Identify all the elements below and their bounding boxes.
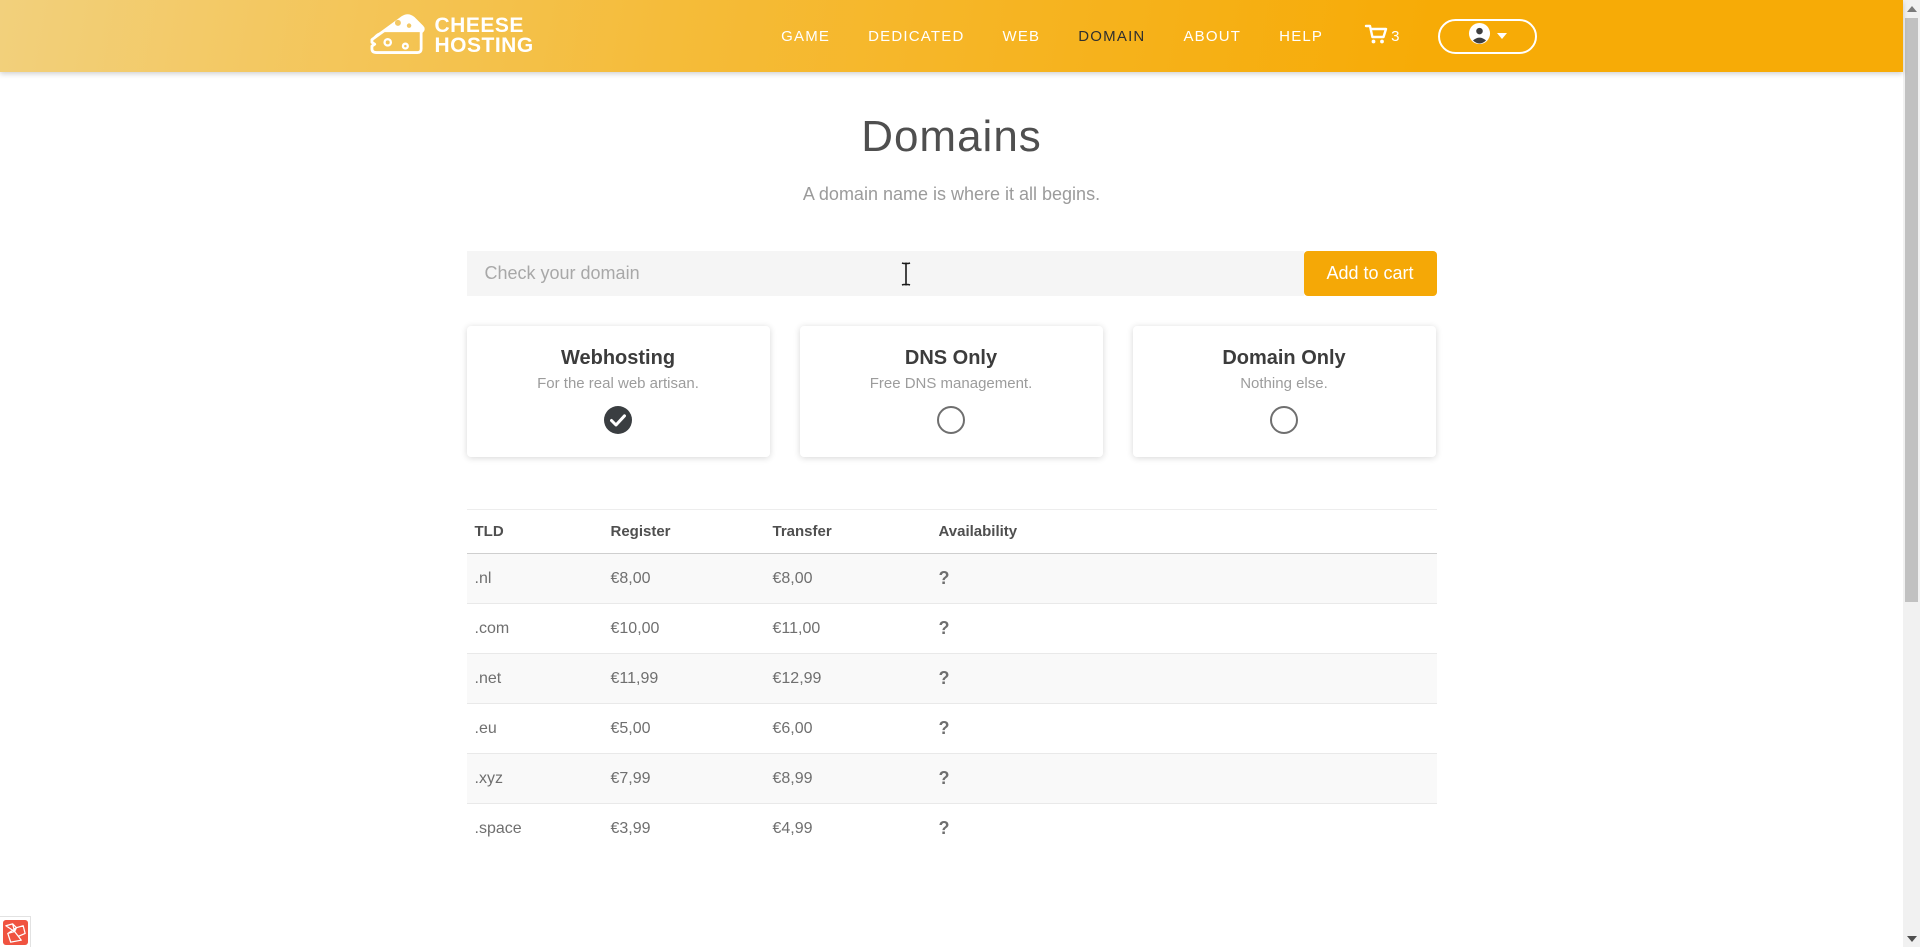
- brand-name: CHEESE HOSTING: [435, 16, 534, 56]
- tld-cell: .eu: [467, 704, 603, 754]
- register-cell: €5,00: [603, 704, 765, 754]
- table-row: .xyz €7,99 €8,99 ?: [467, 754, 1437, 804]
- plan-radio-unchecked[interactable]: [937, 406, 965, 434]
- header-inner: CHEESE HOSTING GAME DEDICATED WEB DOMAIN…: [367, 0, 1537, 72]
- domain-search-input[interactable]: [467, 251, 1304, 296]
- table-row: .eu €5,00 €6,00 ?: [467, 704, 1437, 754]
- table-row: .nl €8,00 €8,00 ?: [467, 554, 1437, 604]
- brand-line1: CHEESE: [435, 16, 534, 36]
- plan-title: Domain Only: [1133, 347, 1436, 370]
- nav-item-help[interactable]: HELP: [1260, 18, 1342, 55]
- scrollbar-thumb[interactable]: [1905, 18, 1918, 602]
- register-cell: €8,00: [603, 554, 765, 604]
- plan-title: DNS Only: [800, 347, 1103, 370]
- scrollbar-down-arrow[interactable]: [1903, 930, 1920, 947]
- table-row: .space €3,99 €4,99 ?: [467, 804, 1437, 854]
- plan-subtitle: Free DNS management.: [800, 375, 1103, 392]
- triangle-up-icon: [1907, 6, 1917, 12]
- table-header-row: TLD Register Transfer Availability: [467, 510, 1437, 554]
- availability-cell: ?: [931, 704, 1437, 754]
- domain-search-row: Add to cart: [467, 251, 1437, 296]
- column-header-tld: TLD: [467, 510, 603, 554]
- availability-cell: ?: [931, 554, 1437, 604]
- user-circle-icon: [1468, 22, 1491, 50]
- cheese-logo-icon: [367, 8, 427, 65]
- availability-cell: ?: [931, 604, 1437, 654]
- chevron-down-icon: [1497, 33, 1507, 39]
- availability-cell: ?: [931, 654, 1437, 704]
- transfer-cell: €4,99: [765, 804, 931, 854]
- browser-viewport: CHEESE HOSTING GAME DEDICATED WEB DOMAIN…: [0, 0, 1920, 947]
- nav-item-about[interactable]: ABOUT: [1164, 18, 1260, 55]
- plan-card-dns-only[interactable]: DNS Only Free DNS management.: [800, 326, 1103, 457]
- nav-item-web[interactable]: WEB: [983, 18, 1059, 55]
- transfer-cell: €11,00: [765, 604, 931, 654]
- register-cell: €3,99: [603, 804, 765, 854]
- vertical-scrollbar: [1903, 0, 1920, 947]
- table-row: .com €10,00 €11,00 ?: [467, 604, 1437, 654]
- status-favicon-badge: [0, 916, 31, 947]
- register-cell: €10,00: [603, 604, 765, 654]
- transfer-cell: €12,99: [765, 654, 931, 704]
- page-title: Domains: [467, 112, 1437, 162]
- nav-item-dedicated[interactable]: DEDICATED: [849, 18, 983, 55]
- plan-card-domain-only[interactable]: Domain Only Nothing else.: [1133, 326, 1436, 457]
- plan-selector: Webhosting For the real web artisan. DNS…: [467, 326, 1437, 457]
- brand-line2: HOSTING: [435, 36, 534, 56]
- column-header-availability: Availability: [931, 510, 1437, 554]
- tld-cell: .com: [467, 604, 603, 654]
- availability-cell: ?: [931, 804, 1437, 854]
- transfer-cell: €8,00: [765, 554, 931, 604]
- cart-icon: [1364, 22, 1388, 51]
- cart-button[interactable]: 3: [1342, 12, 1413, 61]
- brand-logo[interactable]: CHEESE HOSTING: [367, 8, 534, 65]
- cart-count-badge: 3: [1391, 28, 1399, 45]
- tld-cell: .net: [467, 654, 603, 704]
- nav-item-domain[interactable]: DOMAIN: [1059, 18, 1164, 55]
- plan-subtitle: For the real web artisan.: [467, 375, 770, 392]
- header: CHEESE HOSTING GAME DEDICATED WEB DOMAIN…: [0, 0, 1903, 72]
- table-row: .net €11,99 €12,99 ?: [467, 654, 1437, 704]
- check-icon: [610, 414, 626, 427]
- plan-card-webhosting[interactable]: Webhosting For the real web artisan.: [467, 326, 770, 457]
- register-cell: €7,99: [603, 754, 765, 804]
- laravel-favicon-icon: [3, 920, 28, 945]
- scrollbar-up-arrow[interactable]: [1903, 0, 1920, 17]
- main-content: Domains A domain name is where it all be…: [467, 112, 1437, 853]
- page-subtitle: A domain name is where it all begins.: [467, 184, 1437, 205]
- page: CHEESE HOSTING GAME DEDICATED WEB DOMAIN…: [0, 0, 1903, 947]
- nav-item-game[interactable]: GAME: [762, 18, 849, 55]
- plan-subtitle: Nothing else.: [1133, 375, 1436, 392]
- availability-cell: ?: [931, 754, 1437, 804]
- tld-cell: .space: [467, 804, 603, 854]
- account-menu-button[interactable]: [1438, 19, 1537, 54]
- register-cell: €11,99: [603, 654, 765, 704]
- add-to-cart-button[interactable]: Add to cart: [1304, 251, 1437, 296]
- plan-radio-unchecked[interactable]: [1270, 406, 1298, 434]
- plan-title: Webhosting: [467, 347, 770, 370]
- tld-pricing-table: TLD Register Transfer Availability .nl €…: [467, 509, 1437, 853]
- tld-cell: .xyz: [467, 754, 603, 804]
- plan-radio-checked[interactable]: [604, 406, 632, 434]
- transfer-cell: €6,00: [765, 704, 931, 754]
- column-header-register: Register: [603, 510, 765, 554]
- triangle-down-icon: [1907, 936, 1917, 942]
- transfer-cell: €8,99: [765, 754, 931, 804]
- column-header-transfer: Transfer: [765, 510, 931, 554]
- tld-pricing-table-wrap: TLD Register Transfer Availability .nl €…: [467, 509, 1437, 853]
- main-nav: GAME DEDICATED WEB DOMAIN ABOUT HELP: [762, 12, 1536, 61]
- tld-cell: .nl: [467, 554, 603, 604]
